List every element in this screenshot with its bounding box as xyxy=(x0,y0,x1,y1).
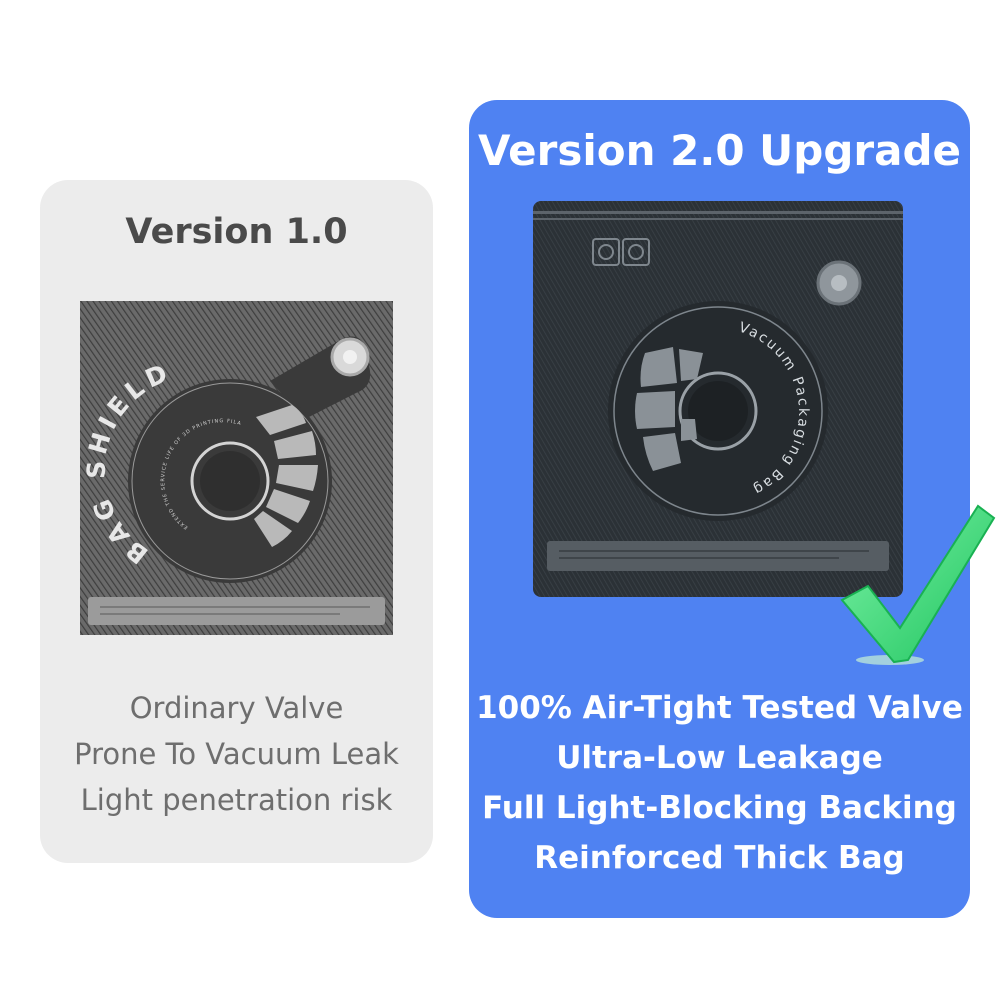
version-2-features: 100% Air-Tight Tested Valve Ultra-Low Le… xyxy=(469,683,970,883)
version-2-feature: Ultra-Low Leakage xyxy=(556,740,883,776)
green-check-icon xyxy=(840,504,996,665)
version-1-features: Ordinary Valve Prone To Vacuum Leak Ligh… xyxy=(40,685,433,823)
version-2-feature: Reinforced Thick Bag xyxy=(534,840,905,876)
version-2-feature: 100% Air-Tight Tested Valve xyxy=(476,690,963,726)
version-1-feature: Prone To Vacuum Leak xyxy=(74,737,399,771)
version-2-title: Version 2.0 Upgrade xyxy=(477,126,962,175)
version-2-feature: Full Light-Blocking Backing xyxy=(482,790,957,826)
version-1-feature: Ordinary Valve xyxy=(129,691,344,725)
version-1-title: Version 1.0 xyxy=(125,212,348,252)
version-1-feature: Light penetration risk xyxy=(80,783,393,817)
version-1-bag-image: BAG SHIELD EXTEND THE SERVICE LIFE OF 3D… xyxy=(80,301,393,635)
